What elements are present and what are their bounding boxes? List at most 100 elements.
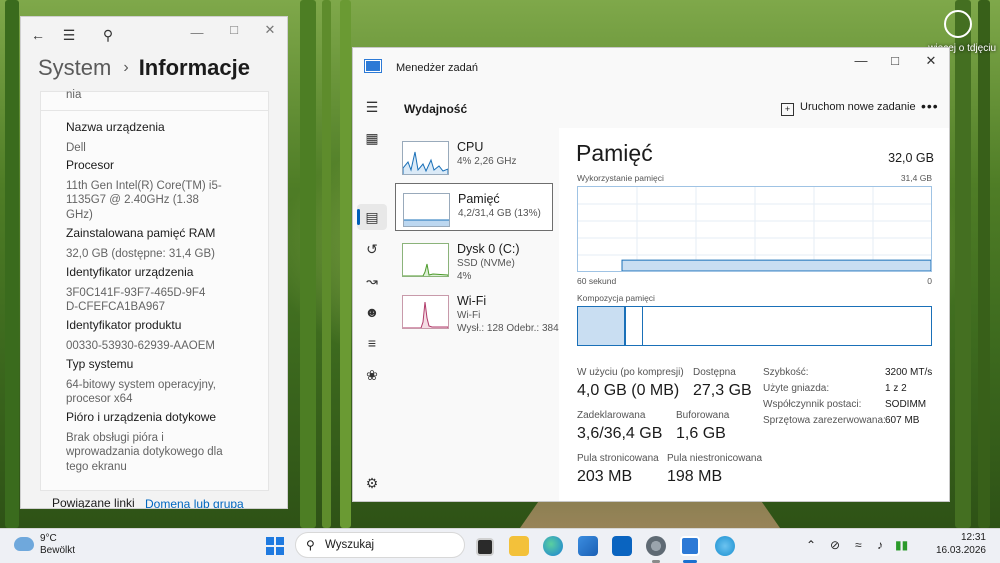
learn-more-icon[interactable]	[944, 10, 972, 38]
spec-system-type: Typ systemu 64-bitowy system operacyjny,…	[66, 357, 216, 405]
wifi-thumbnail-graph	[402, 295, 449, 329]
composition-modified	[626, 307, 643, 345]
edge-browser-icon[interactable]	[543, 536, 563, 556]
available-label: Dostępna	[693, 367, 736, 378]
file-explorer-icon[interactable]	[509, 536, 529, 556]
performance-icon[interactable]: ▤	[363, 208, 381, 226]
time-axis-left: 60 sekund	[577, 276, 617, 286]
breadcrumb-chevron-icon: ›	[123, 59, 129, 76]
spec-product-id: Identyfikator produktu 00330-53930-62939…	[66, 318, 215, 352]
taskbar-search[interactable]: ⚲ Wyszukaj	[295, 532, 465, 558]
disk-thumbnail-graph	[402, 243, 449, 277]
memory-title: Pamięć	[576, 140, 653, 166]
usage-graph-max: 31,4 GB	[900, 173, 932, 183]
memory-usage-area	[621, 259, 931, 271]
back-arrow-icon[interactable]: ←	[28, 25, 48, 45]
paged-pool-label: Pula stronicowana	[577, 453, 659, 464]
memory-usage-graph	[577, 186, 932, 272]
truncated-text: nia	[66, 89, 82, 101]
run-new-task-button[interactable]: + Uruchom nowe zadanie	[781, 101, 916, 116]
processes-icon[interactable]: ▦	[363, 129, 381, 147]
nonpaged-pool-label: Pula niestronicowana	[667, 453, 763, 464]
nonpaged-pool-value: 198 MB	[667, 468, 723, 485]
tm-titlebar: Menedżer zadań — □ ✕	[353, 48, 949, 86]
taskbar: 9°C Bewölkt ⚲ Wyszukaj ⌃ ⊘ ≈ ♪ ▮▮ 12:31 …	[0, 528, 1000, 563]
tm-maximize-button[interactable]: □	[880, 52, 910, 70]
settings-gear-icon[interactable]: ⚙	[363, 474, 381, 492]
wifi-icon[interactable]: ≈	[855, 538, 862, 552]
close-button[interactable]: ✕	[258, 22, 282, 38]
details-icon[interactable]: ≡	[363, 334, 381, 352]
tm-window-title: Menedżer zadań	[396, 62, 478, 74]
memory-composition-bar	[577, 306, 932, 346]
hardware-reserved-value: 607 MB	[885, 415, 920, 426]
hamburger-menu-icon[interactable]: ☰	[363, 98, 381, 116]
network-off-icon[interactable]: ⊘	[830, 538, 840, 552]
tm-minimize-button[interactable]: —	[846, 52, 876, 70]
volume-icon[interactable]: ♪	[877, 538, 883, 552]
usage-graph-label: Wykorzystanie pamięci	[577, 173, 664, 183]
services-icon[interactable]: ❀	[363, 366, 381, 384]
resource-wifi[interactable]: Wi-Fi Wi-Fi Wysł.: 128 Odebr.: 384	[395, 286, 559, 334]
memory-thumbnail-graph	[403, 193, 450, 227]
outlook-icon[interactable]	[612, 536, 632, 556]
domain-group-link[interactable]: Domena lub grupa	[145, 497, 244, 508]
breadcrumb-current: Informacje	[138, 55, 250, 80]
maximize-button[interactable]: □	[222, 22, 246, 38]
resource-disk[interactable]: Dysk 0 (C:) SSD (NVMe) 4%	[395, 234, 553, 282]
users-icon[interactable]: ☻	[363, 303, 381, 321]
related-links: Powiązane linki Domena lub grupa	[21, 496, 287, 508]
menu-icon[interactable]: ☰	[59, 25, 79, 45]
speed-value: 3200 MT/s	[885, 367, 933, 378]
task-manager-window: Menedżer zadań — □ ✕ ☰ ▦ ▤ ↺ ↝ ☻ ≡ ❀ ⚙ W…	[352, 47, 950, 502]
speed-label: Szybkość:	[763, 367, 809, 378]
spec-pen-touch: Pióro i urządzenia dotykowe Brak obsługi…	[66, 410, 223, 473]
task-view-icon[interactable]	[476, 538, 494, 556]
resource-memory[interactable]: Pamięć 4,2/31,4 GB (13%)	[395, 183, 553, 231]
settings-app-icon[interactable]	[646, 536, 666, 556]
cached-value: 1,6 GB	[676, 425, 726, 442]
slots-value: 1 z 2	[885, 383, 907, 394]
startup-apps-icon[interactable]: ↝	[363, 272, 381, 290]
form-factor-label: Współczynnik postaci:	[763, 399, 862, 410]
in-use-label: W użyciu (po kompresji)	[577, 367, 684, 378]
cloud-icon[interactable]	[14, 537, 34, 551]
section-title: Wydajność	[404, 102, 468, 116]
settings-window: ← ☰ ⚲ — □ ✕ System › Informacje nia Nazwa …	[20, 16, 288, 509]
weather-widget[interactable]: 9°C Bewölkt	[40, 533, 75, 557]
search-icon: ⚲	[306, 538, 315, 552]
tray-overflow-chevron-icon[interactable]: ⌃	[806, 538, 816, 552]
spec-ram: Zainstalowana pamięć RAM 32,0 GB (dostęp…	[66, 226, 216, 260]
tm-close-button[interactable]: ✕	[916, 52, 946, 70]
search-icon[interactable]: ⚲	[98, 25, 118, 45]
composition-label: Kompozycja pamięci	[577, 293, 655, 303]
tm-header: Wydajność + Uruchom nowe zadanie •••	[391, 86, 949, 129]
photos-app-icon[interactable]	[715, 536, 735, 556]
paged-pool-value: 203 MB	[577, 468, 633, 485]
cpu-thumbnail-graph	[402, 141, 449, 175]
minimize-button[interactable]: —	[185, 25, 209, 41]
divider	[40, 110, 269, 111]
committed-label: Zadeklarowana	[577, 410, 646, 421]
breadcrumb-system[interactable]: System	[38, 55, 111, 80]
tm-nav-rail: ☰ ▦ ▤ ↺ ↝ ☻ ≡ ❀ ⚙	[353, 86, 391, 501]
resource-list: CPU 4% 2,26 GHz Pamięć 4,2/31,4 GB (13%)…	[391, 128, 559, 501]
new-task-icon: +	[781, 103, 794, 116]
more-options-button[interactable]: •••	[921, 98, 939, 114]
form-factor-value: SODIMM	[885, 399, 927, 410]
app-history-icon[interactable]: ↺	[363, 240, 381, 258]
resource-cpu[interactable]: CPU 4% 2,26 GHz	[395, 132, 553, 180]
start-button[interactable]	[266, 537, 284, 555]
page-title: System › Informacje	[38, 55, 250, 81]
spec-processor: Procesor 11th Gen Intel(R) Core(TM) i5-1…	[66, 158, 222, 221]
in-use-value: 4,0 GB (0 MB)	[577, 382, 680, 399]
memory-detail-panel: Pamięć 32,0 GB Wykorzystanie pamięci 31,…	[559, 128, 949, 501]
battery-icon[interactable]: ▮▮	[895, 538, 908, 552]
time-axis-right: 0	[927, 276, 932, 286]
store-icon[interactable]	[578, 536, 598, 556]
task-manager-taskbar-icon[interactable]	[680, 536, 700, 556]
committed-value: 3,6/36,4 GB	[577, 425, 663, 442]
system-clock[interactable]: 12:31 16.03.2026	[936, 532, 986, 557]
memory-total: 32,0 GB	[888, 151, 934, 165]
spec-device-id: Identyfikator urządzenia 3F0C141F-93F7-4…	[66, 265, 206, 313]
